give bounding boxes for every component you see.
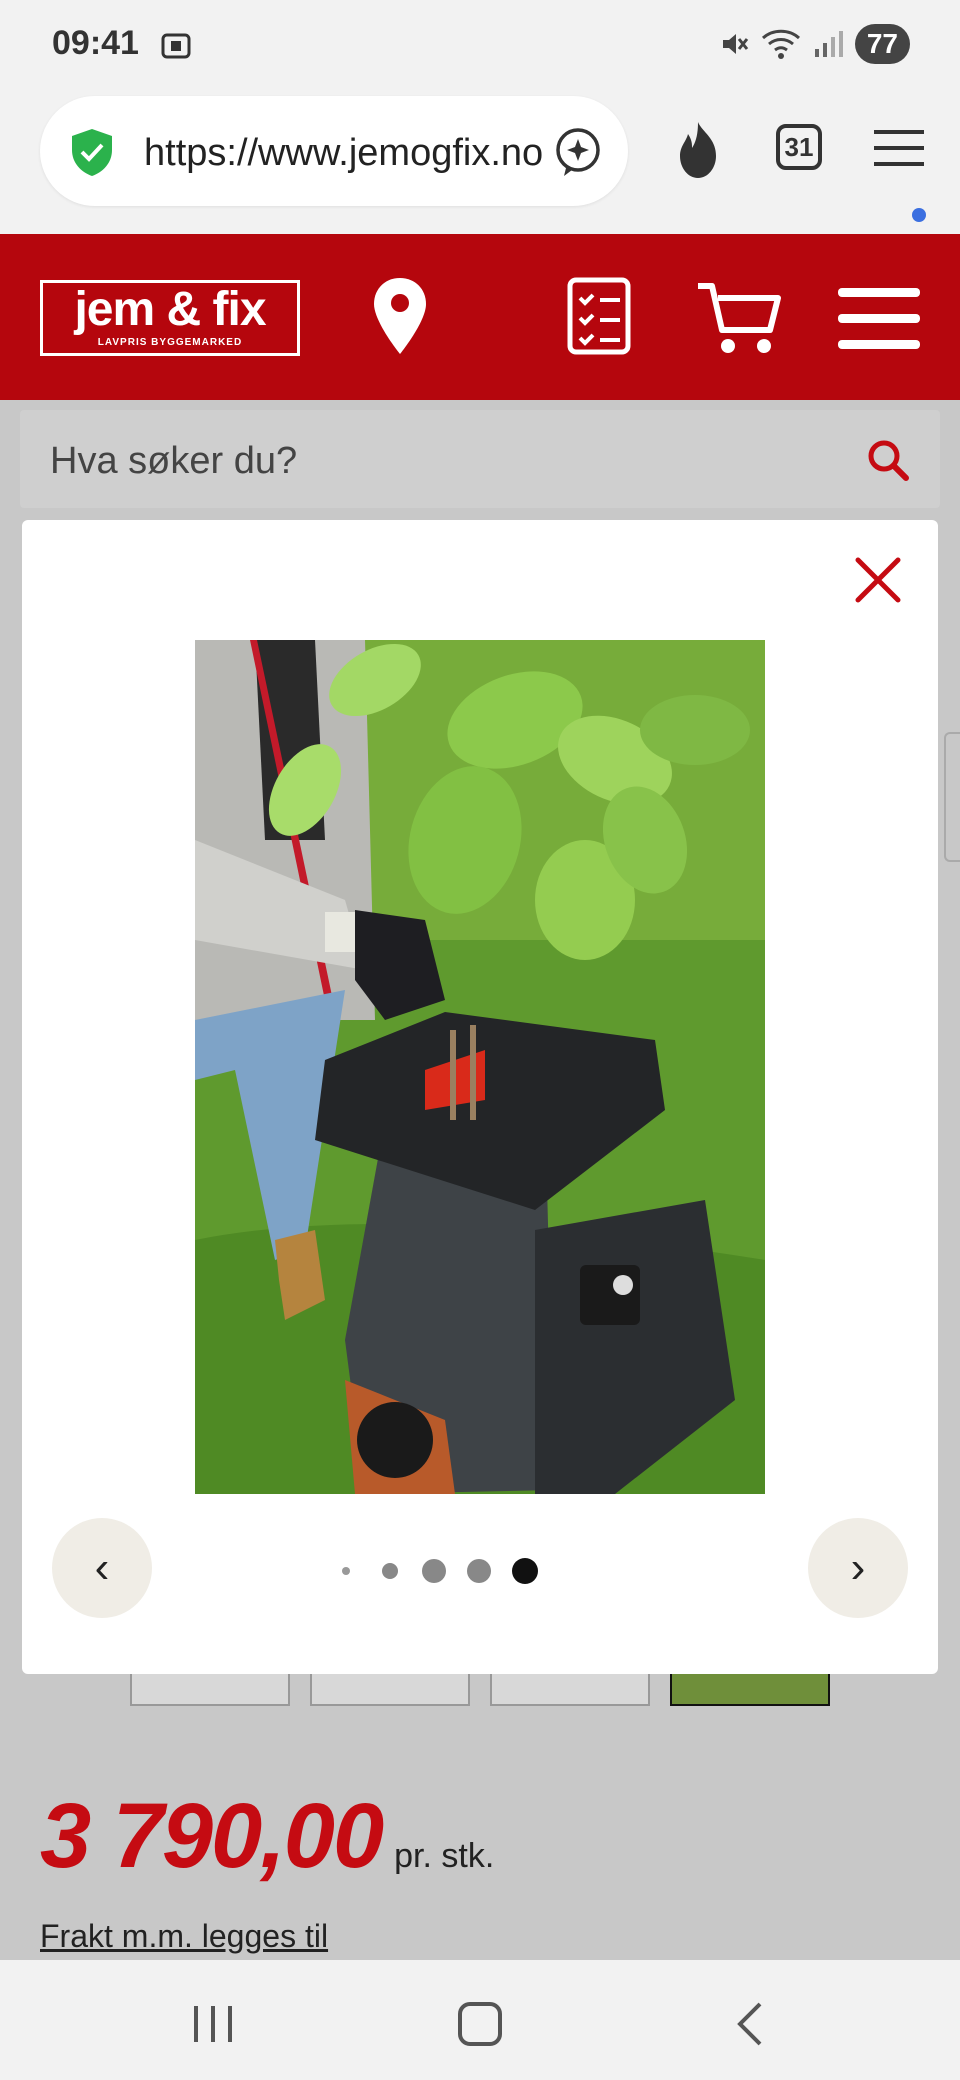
address-bar[interactable]: https://www.jemogfix.no (40, 96, 628, 206)
image-gallery-modal: ‹ › (22, 520, 938, 1674)
search-icon[interactable] (866, 438, 910, 482)
assistant-sparkle-icon[interactable] (552, 126, 604, 178)
store-locator-pin-icon[interactable] (372, 276, 428, 356)
gallery-dot[interactable] (382, 1563, 398, 1579)
wifi-icon (761, 29, 800, 59)
thumbnail[interactable] (310, 1672, 470, 1706)
browser-menu-icon[interactable] (874, 126, 924, 170)
cart-icon[interactable] (696, 280, 782, 356)
status-time: 09:41 (52, 24, 139, 62)
thumbnail-active[interactable] (670, 1672, 830, 1706)
flame-icon[interactable] (670, 120, 726, 180)
site-header: jem & fix LAVPRIS BYGGEMARKED (0, 234, 960, 400)
thumbnail-strip (0, 1672, 960, 1706)
jem-og-fix-logo[interactable]: jem & fix LAVPRIS BYGGEMARKED (40, 280, 300, 356)
product-photo-garden-shredder (195, 640, 765, 1494)
shopping-list-icon[interactable] (566, 276, 632, 356)
mute-icon (722, 34, 749, 54)
side-tab (944, 732, 960, 862)
product-price: 3 790,00 (40, 1785, 384, 1887)
status-bar: 09:41 77 (0, 0, 960, 90)
gallery-pagination (22, 1556, 938, 1586)
close-icon[interactable] (852, 554, 904, 606)
tabs-counter-button[interactable]: 31 (776, 124, 822, 170)
browser-toolbar: https://www.jemogfix.no 31 (0, 90, 960, 234)
gallery-dot[interactable] (342, 1567, 350, 1575)
search-input[interactable]: Hva søker du? (20, 410, 940, 508)
logo-main-text: jem & fix (74, 283, 266, 336)
system-navigation-bar (0, 1960, 960, 2080)
signal-icon (814, 31, 843, 57)
search-placeholder: Hva søker du? (50, 440, 298, 482)
thumbnail[interactable] (130, 1672, 290, 1706)
secure-shield-icon (72, 129, 112, 176)
recent-apps-icon[interactable] (190, 2004, 236, 2044)
home-icon[interactable] (458, 2002, 502, 2046)
battery-indicator: 77 (854, 24, 910, 64)
freight-info-link[interactable]: Frakt m.m. legges til (40, 1918, 328, 1955)
site-menu-icon[interactable] (838, 286, 920, 352)
notification-dot (912, 208, 926, 222)
gallery-dot[interactable] (422, 1559, 446, 1583)
status-icons: 77 (719, 24, 910, 64)
price-unit: pr. stk. (394, 1837, 495, 1875)
logo-tagline: LAVPRIS BYGGEMARKED (97, 337, 243, 348)
gallery-dot[interactable] (467, 1559, 491, 1583)
gallery-dot-active[interactable] (512, 1558, 538, 1584)
url-text[interactable]: https://www.jemogfix.no (144, 132, 564, 175)
back-icon[interactable] (730, 2000, 770, 2048)
search-section: Hva søker du? (0, 400, 960, 520)
screenshot-icon (161, 33, 191, 59)
price-row: 3 790,00 pr. stk. (40, 1790, 494, 1882)
thumbnail[interactable] (490, 1672, 650, 1706)
